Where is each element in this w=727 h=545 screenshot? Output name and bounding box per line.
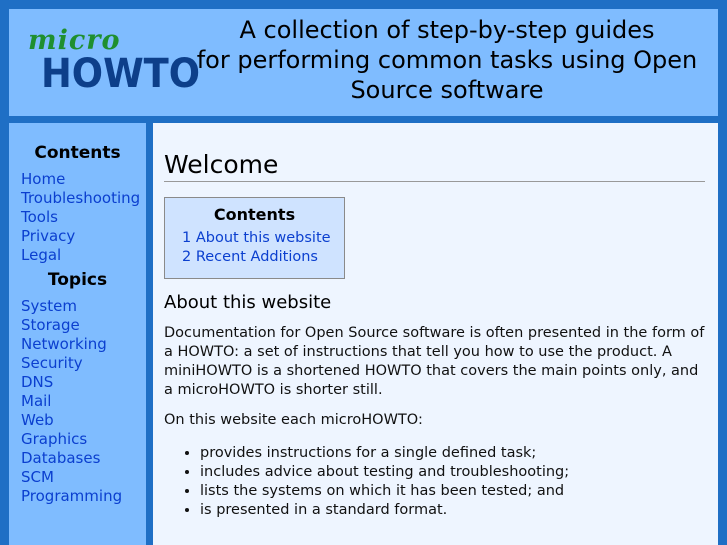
sidebar-link-system[interactable]: System: [21, 297, 77, 315]
tagline-line-1: A collection of step-by-step guides: [239, 16, 655, 44]
toc-link-about[interactable]: 1 About this website: [182, 230, 331, 246]
site-header: micro HOWTO A collection of step-by-step…: [9, 9, 718, 116]
paragraph-intro: Documentation for Open Source software i…: [164, 325, 705, 398]
sidebar-link-legal[interactable]: Legal: [21, 246, 61, 264]
sidebar-topics-list: System Storage Networking Security DNS M…: [9, 296, 146, 505]
site-tagline: A collection of step-by-step guides for …: [179, 15, 715, 105]
list-item: provides instructions for a single defin…: [200, 444, 707, 463]
sidebar-link-dns[interactable]: DNS: [21, 373, 53, 391]
list-item: is presented in a standard format.: [200, 501, 707, 520]
sidebar-link-mail[interactable]: Mail: [21, 392, 51, 410]
sidebar-contents-list: Home Troubleshooting Tools Privacy Legal: [9, 169, 146, 264]
sidebar-link-graphics[interactable]: Graphics: [21, 430, 87, 448]
toc-list: 1 About this website 2 Recent Additions: [182, 227, 344, 265]
sidebar-link-tools[interactable]: Tools: [21, 208, 58, 226]
paragraph-each-microhowto: On this website each microHOWTO:: [164, 412, 423, 428]
tagline-line-2: for performing common tasks using Open: [196, 46, 698, 74]
toc-title: Contents: [213, 205, 296, 224]
toc-link-recent-additions[interactable]: 2 Recent Additions: [182, 249, 318, 265]
section-title-about: About this website: [164, 292, 332, 313]
logo-howto-text[interactable]: HOWTO: [41, 51, 200, 97]
page-title: Welcome: [164, 150, 705, 182]
list-item: lists the systems on which it has been t…: [200, 482, 707, 501]
sidebar-link-home[interactable]: Home: [21, 170, 65, 188]
sidebar-link-web[interactable]: Web: [21, 411, 54, 429]
feature-list: provides instructions for a single defin…: [164, 444, 707, 520]
sidebar-link-security[interactable]: Security: [21, 354, 83, 372]
sidebar-link-privacy[interactable]: Privacy: [21, 227, 75, 245]
list-item: includes advice about testing and troubl…: [200, 463, 707, 482]
sidebar-link-troubleshooting[interactable]: Troubleshooting: [21, 189, 140, 207]
sidebar-link-programming[interactable]: Programming: [21, 487, 122, 505]
sidebar: Contents Home Troubleshooting Tools Priv…: [9, 123, 146, 545]
sidebar-link-scm[interactable]: SCM: [21, 468, 54, 486]
sidebar-link-databases[interactable]: Databases: [21, 449, 100, 467]
tagline-line-3: Source software: [350, 76, 544, 104]
sidebar-topics-heading: Topics: [47, 270, 108, 290]
table-of-contents: Contents 1 About this website 2 Recent A…: [164, 197, 345, 279]
sidebar-contents-heading: Contents: [34, 143, 121, 163]
sidebar-link-storage[interactable]: Storage: [21, 316, 80, 334]
sidebar-link-networking[interactable]: Networking: [21, 335, 107, 353]
main-content: Welcome Contents 1 About this website 2 …: [153, 123, 718, 545]
